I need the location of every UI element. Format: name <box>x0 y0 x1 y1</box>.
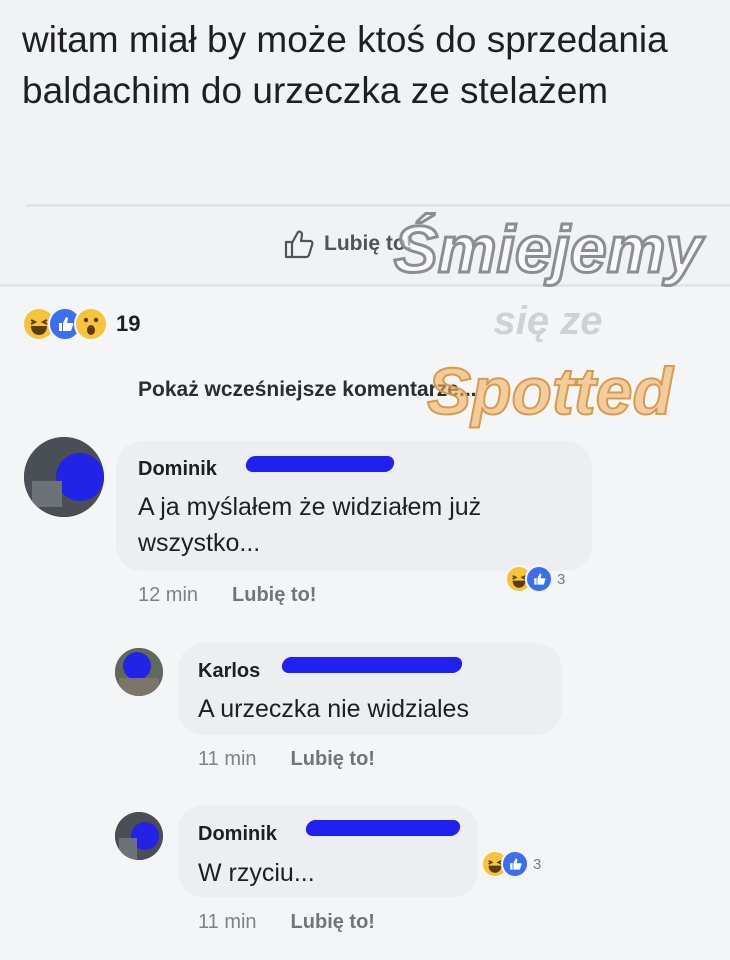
comment-time: 12 min <box>138 584 199 606</box>
comment-like-link[interactable]: Lubię to! <box>291 911 375 934</box>
comment-like-link[interactable]: Lubię to! <box>232 584 316 607</box>
comment-time: 11 min <box>198 748 257 770</box>
comment-author[interactable]: Dominik <box>138 458 217 481</box>
comment-reaction-count: 3 <box>557 570 566 588</box>
watermark-line1: Śmiejemy <box>394 212 705 286</box>
comment-author[interactable]: Dominik <box>198 823 277 846</box>
reaction-summary[interactable]: 19 <box>22 307 140 341</box>
like-reaction-icon <box>525 565 553 593</box>
comment-time: 11 min <box>198 911 257 933</box>
watermark-line3: Spotted <box>427 354 674 428</box>
comment-author[interactable]: Karlos <box>198 660 260 683</box>
name-redaction-scribble <box>304 820 462 836</box>
comment-reaction-badge[interactable]: 3 <box>505 565 565 593</box>
comment-meta: 11 min Lubię to! <box>198 748 375 771</box>
wow-reaction-icon <box>74 307 108 341</box>
avatar[interactable] <box>115 812 163 860</box>
post-text: witam miał by może ktoś do sprzedania ba… <box>22 19 668 111</box>
comment-text: A ja myślałem że widziałem już wszystko.… <box>138 493 482 557</box>
comment-reaction-count: 3 <box>533 855 542 873</box>
thumbs-up-icon <box>284 229 316 259</box>
comment-meta: 12 min Lubię to! <box>138 584 316 607</box>
name-redaction-scribble <box>280 657 464 673</box>
watermark-logo: Śmiejemy się ze Spotted <box>392 211 706 430</box>
watermark-line2: się ze <box>494 299 603 343</box>
reaction-count: 19 <box>116 311 141 336</box>
comment-text: W rzyciu... <box>198 859 315 887</box>
comment-meta: 11 min Lubię to! <box>198 911 375 934</box>
comment-like-link[interactable]: Lubię to! <box>291 748 375 771</box>
comment-reaction-badge[interactable]: 3 <box>481 850 541 878</box>
name-redaction-scribble <box>244 456 396 472</box>
like-reaction-icon <box>501 850 529 878</box>
avatar[interactable] <box>24 437 104 517</box>
avatar[interactable] <box>115 648 163 696</box>
comment-text: A urzeczka nie widziales <box>198 695 469 723</box>
